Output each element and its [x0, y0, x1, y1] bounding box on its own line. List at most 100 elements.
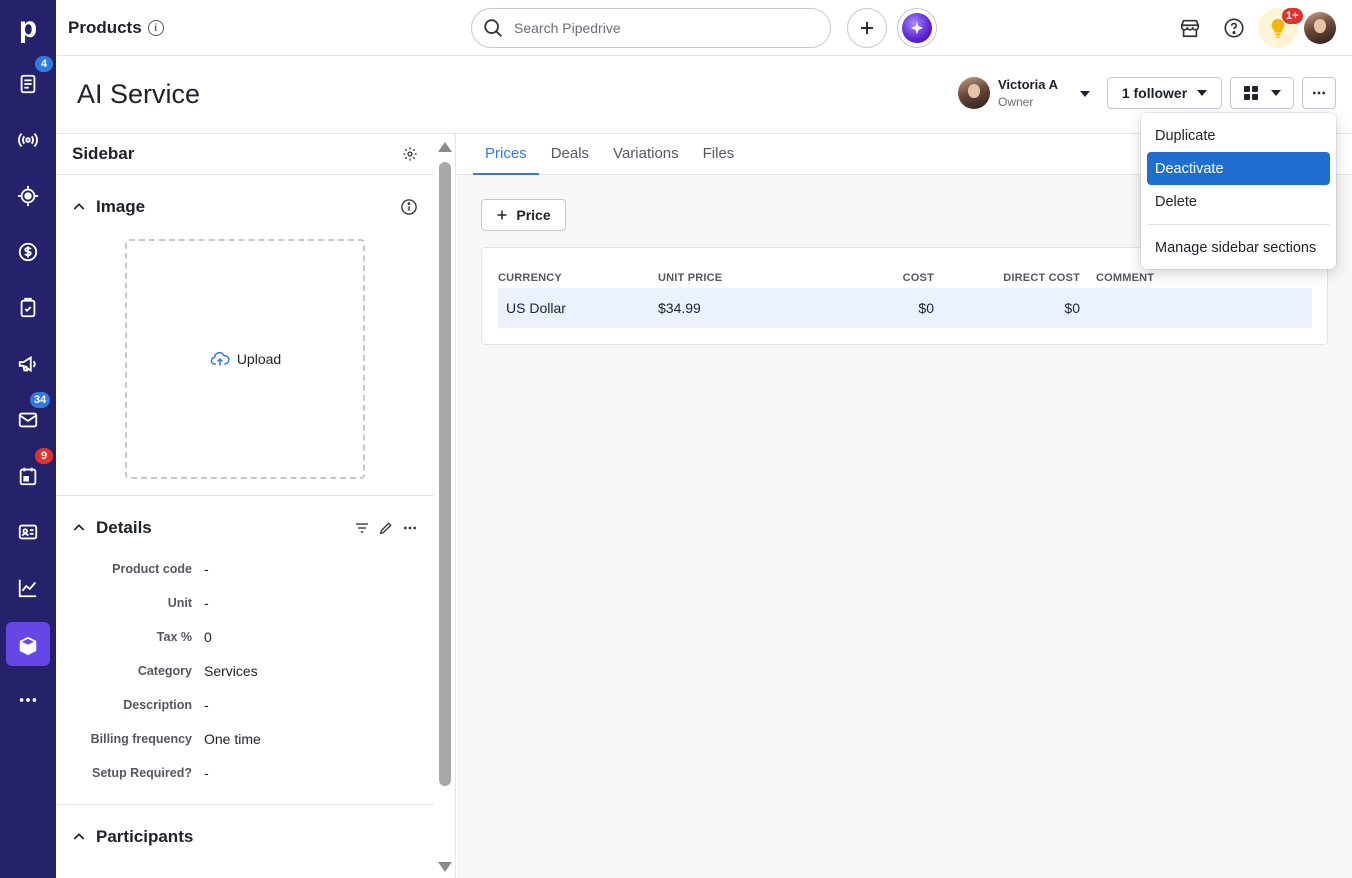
- detail-row[interactable]: Setup Required? -: [56, 756, 434, 790]
- nav-deals[interactable]: [0, 228, 56, 276]
- activities-count-badge: 9: [35, 448, 53, 464]
- mail-count-badge: 34: [30, 392, 51, 408]
- detail-row[interactable]: Billing frequency One time: [56, 722, 434, 756]
- column-header-currency: CURRENCY: [498, 272, 562, 284]
- nav-activities-list[interactable]: [0, 284, 56, 332]
- search-box[interactable]: [471, 8, 831, 48]
- nav-activities[interactable]: 9: [0, 448, 56, 500]
- detail-row[interactable]: Category Services: [56, 654, 434, 688]
- column-header-direct-cost: DIRECT COST: [1003, 272, 1080, 284]
- nav-products[interactable]: [0, 622, 56, 670]
- detail-value: -: [204, 595, 209, 611]
- owner-selector[interactable]: Victoria A Owner: [958, 77, 1090, 109]
- image-upload-area[interactable]: Upload: [125, 239, 365, 479]
- nav-more[interactable]: [0, 676, 56, 724]
- detail-value: -: [204, 561, 209, 577]
- tab-prices[interactable]: Prices: [473, 134, 539, 175]
- leads-icon: [20, 74, 36, 94]
- sidebar-header: Sidebar: [56, 134, 434, 175]
- detail-label: Setup Required?: [91, 766, 192, 780]
- chevron-down-icon: [1271, 90, 1281, 96]
- scroll-thumb[interactable]: [439, 162, 451, 786]
- chevron-up-icon: [70, 519, 88, 537]
- tab-files[interactable]: Files: [691, 134, 747, 175]
- detail-label: Category: [137, 664, 192, 678]
- nav-mail[interactable]: 34: [0, 392, 56, 444]
- more-dots-icon: [19, 698, 37, 702]
- column-header-unit-price: UNIT PRICE: [658, 272, 723, 284]
- detail-row[interactable]: Tax % 0: [56, 620, 434, 654]
- nav-campaigns[interactable]: [0, 340, 56, 388]
- tab-variations[interactable]: Variations: [601, 134, 691, 175]
- top-bar: Products i 1+: [56, 0, 1352, 56]
- cell-cost: $0: [918, 300, 934, 316]
- info-icon[interactable]: i: [147, 20, 164, 36]
- search-input[interactable]: [514, 20, 814, 36]
- more-actions-menu: Duplicate Deactivate Delete Manage sideb…: [1141, 113, 1336, 269]
- page-title-text: Products: [68, 18, 142, 37]
- pencil-icon[interactable]: [378, 520, 394, 536]
- chevron-down-icon: [1197, 90, 1208, 96]
- nav-leads[interactable]: 4: [0, 56, 56, 108]
- plus-icon: [497, 210, 507, 220]
- table-row[interactable]: US Dollar $34.99 $0 $0: [498, 288, 1312, 328]
- dollar-icon: [18, 242, 38, 262]
- image-section-header[interactable]: Image: [56, 175, 434, 239]
- scroll-up-arrow[interactable]: [438, 142, 452, 152]
- detail-value: One time: [204, 731, 261, 747]
- menu-item-duplicate[interactable]: Duplicate: [1147, 119, 1330, 152]
- target-icon: [17, 185, 39, 207]
- layout-view-button[interactable]: [1230, 77, 1294, 109]
- ai-assistant-button[interactable]: [897, 8, 937, 48]
- filter-icon[interactable]: [354, 520, 370, 536]
- detail-row[interactable]: Product code -: [56, 552, 434, 586]
- add-price-button[interactable]: Price: [481, 199, 566, 231]
- tips-button[interactable]: 1+: [1258, 8, 1303, 48]
- menu-item-deactivate[interactable]: Deactivate: [1147, 152, 1330, 185]
- pipedrive-logo[interactable]: p: [0, 0, 56, 56]
- scroll-down-arrow[interactable]: [438, 862, 452, 872]
- detail-value: 0: [204, 629, 212, 645]
- broadcast-icon: [18, 132, 38, 148]
- detail-row[interactable]: Unit -: [56, 586, 434, 620]
- detail-value: -: [204, 765, 209, 781]
- details-section-header[interactable]: Details: [56, 496, 434, 560]
- megaphone-icon: [18, 355, 36, 373]
- menu-divider: [1147, 224, 1330, 225]
- follower-button[interactable]: 1 follower: [1107, 77, 1222, 109]
- detail-label: Description: [123, 698, 192, 712]
- owner-avatar: [958, 77, 990, 109]
- marketplace-button[interactable]: [1176, 14, 1204, 42]
- follower-label: 1 follower: [1121, 85, 1188, 101]
- help-button[interactable]: [1220, 14, 1248, 42]
- gear-icon[interactable]: [402, 146, 418, 162]
- more-dots-icon[interactable]: [402, 520, 418, 536]
- nav-insights[interactable]: [0, 564, 56, 612]
- sidebar-scrollbar[interactable]: [434, 134, 456, 878]
- user-avatar[interactable]: [1304, 12, 1336, 44]
- column-header-cost: COST: [902, 272, 934, 284]
- nav-targets[interactable]: [0, 172, 56, 220]
- participants-section-header[interactable]: Participants: [56, 805, 434, 869]
- store-icon: [1180, 19, 1200, 38]
- nav-campaigns-live[interactable]: [0, 116, 56, 164]
- info-icon[interactable]: [400, 198, 418, 216]
- chevron-up-icon: [70, 828, 88, 846]
- menu-item-manage-sidebar[interactable]: Manage sidebar sections: [1147, 231, 1330, 264]
- search-icon: [484, 19, 502, 37]
- product-name: AI Service: [77, 79, 201, 109]
- tips-badge: 1+: [1282, 8, 1303, 24]
- tab-deals[interactable]: Deals: [539, 134, 601, 175]
- detail-label: Tax %: [156, 630, 192, 644]
- chevron-down-icon: [1079, 91, 1090, 97]
- menu-item-delete[interactable]: Delete: [1147, 185, 1330, 218]
- quick-add-button[interactable]: [847, 8, 887, 48]
- nav-contacts[interactable]: [0, 508, 56, 556]
- grid-icon: [1244, 86, 1258, 100]
- more-actions-button[interactable]: [1302, 77, 1336, 109]
- calendar-icon: [19, 467, 37, 486]
- chart-line-icon: [18, 579, 37, 598]
- detail-row[interactable]: Description -: [56, 688, 434, 722]
- ai-sparkle-icon: [902, 13, 932, 43]
- add-price-label: Price: [516, 207, 551, 223]
